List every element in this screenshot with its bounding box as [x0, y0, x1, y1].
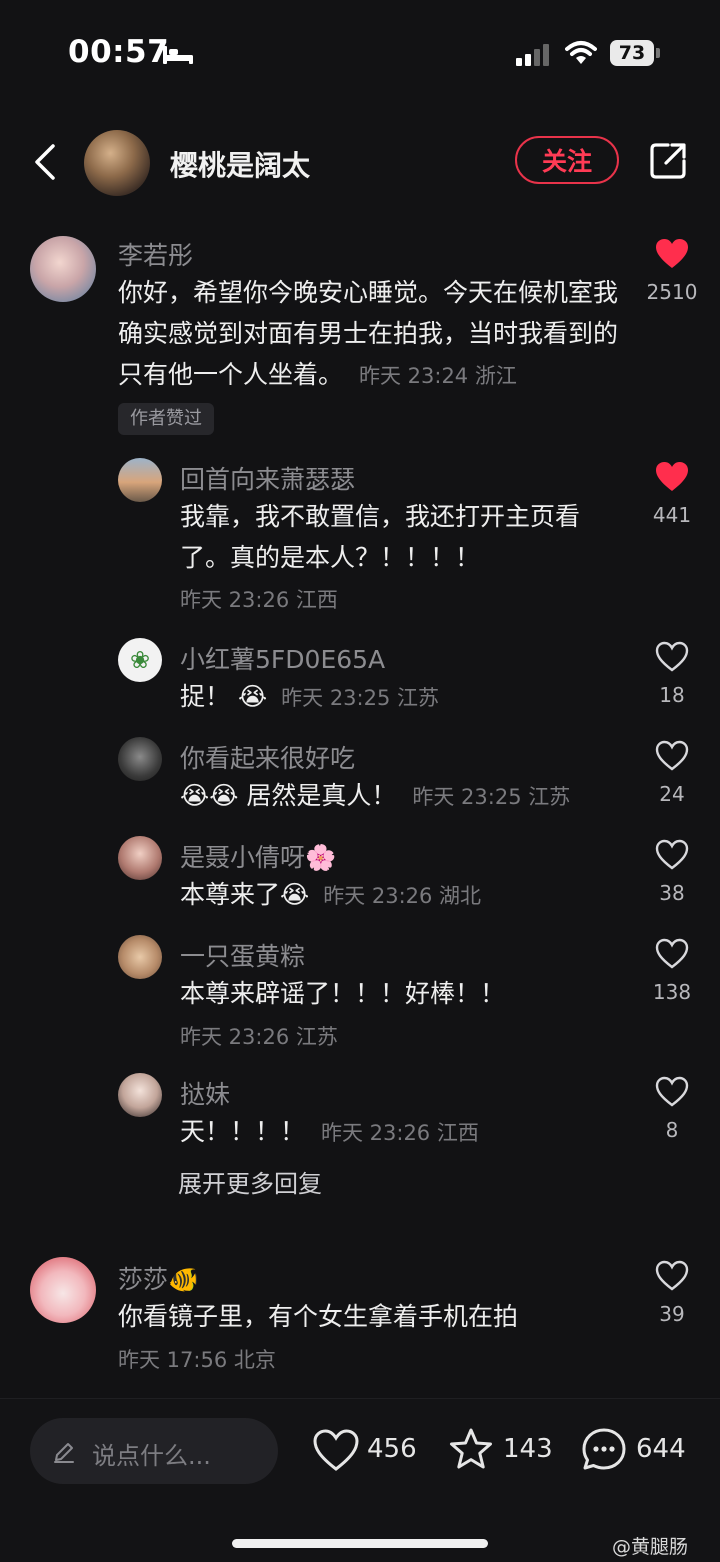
reply-text[interactable]: 本尊来了😭 昨天 23:26 湖北	[180, 874, 620, 917]
commenter-name-text: 莎莎	[118, 1265, 169, 1294]
reply-name[interactable]: 回首向来萧瑟瑟	[180, 460, 355, 496]
crying-emoji: 😭😭	[180, 781, 239, 810]
home-indicator[interactable]	[232, 1539, 488, 1548]
comment-text[interactable]: 你看镜子里，有个女生拿着手机在拍	[118, 1296, 628, 1337]
like-count: 18	[659, 683, 685, 707]
author-avatar[interactable]	[84, 130, 150, 196]
reply-name[interactable]: 是聂小倩呀🌸	[180, 838, 336, 874]
reply-meta: 昨天 23:26 江西	[320, 1121, 479, 1145]
reply-avatar[interactable]	[118, 1073, 162, 1117]
like-count: 39	[659, 1302, 685, 1326]
reply-body: 天！！！！	[180, 1117, 306, 1146]
reply-text[interactable]: 本尊来辟谣了！！！好棒！！	[180, 973, 620, 1014]
status-time: 00:57	[68, 34, 170, 70]
heart-outline-icon[interactable]	[655, 938, 689, 970]
reply-meta: 昨天 23:25 江苏	[281, 686, 440, 710]
follow-button[interactable]: 关注	[515, 136, 619, 184]
reply-name[interactable]: 挞妹	[180, 1075, 230, 1111]
comment-count[interactable]: 644	[636, 1434, 686, 1464]
reply-name[interactable]: 一只蛋黄粽	[180, 937, 305, 973]
share-icon[interactable]	[648, 141, 688, 181]
watermark: @黄腿肠	[612, 1536, 689, 1558]
liked-heart-icon[interactable]	[655, 461, 689, 493]
liked-heart-icon[interactable]	[655, 238, 689, 270]
commenter-name[interactable]: 李若彤	[118, 236, 193, 272]
commenter-avatar[interactable]	[30, 236, 96, 302]
battery-tip	[656, 48, 660, 58]
reply-text[interactable]: 我靠，我不敢置信，我还打开主页看了。真的是本人？！！！！	[180, 496, 620, 578]
reply-meta: 昨天 23:26 江苏	[180, 1025, 338, 1049]
cellular-signal-icon	[516, 44, 549, 66]
reply-avatar[interactable]	[118, 737, 162, 781]
expand-replies-link[interactable]: 展开更多回复	[178, 1164, 322, 1199]
broccoli-icon: ❀	[129, 646, 151, 674]
flower-emoji: 🌸	[305, 843, 337, 872]
reply-body: 本尊来了	[180, 880, 281, 909]
reply-avatar[interactable]	[118, 458, 162, 502]
crying-emoji: 😭	[237, 682, 268, 711]
wifi-icon	[565, 41, 597, 64]
heart-outline-icon[interactable]	[655, 1076, 689, 1108]
reply-text[interactable]: 捉！ 😭 昨天 23:25 江苏	[180, 676, 620, 719]
like-heart-icon[interactable]	[312, 1428, 360, 1472]
battery-level: 73	[610, 40, 654, 66]
reply-name-text: 是聂小倩呀	[180, 843, 306, 872]
reply-meta: 昨天 23:26 湖北	[323, 884, 482, 908]
reply-text[interactable]: 😭😭 居然是真人！ 昨天 23:25 江苏	[180, 775, 620, 818]
heart-outline-icon[interactable]	[655, 641, 689, 673]
crying-emoji: 😭	[280, 880, 310, 909]
star-icon[interactable]	[447, 1426, 495, 1474]
like-count: 2510	[646, 280, 698, 304]
like-count: 138	[652, 980, 692, 1004]
pencil-icon	[54, 1443, 74, 1463]
sleep-focus-icon	[163, 46, 193, 64]
heart-outline-icon[interactable]	[655, 839, 689, 871]
fish-emoji: 🐠	[168, 1265, 200, 1294]
commenter-avatar[interactable]	[30, 1257, 96, 1323]
back-icon[interactable]	[32, 143, 58, 181]
author-liked-tag: 作者赞过	[118, 403, 214, 435]
like-count: 441	[652, 503, 692, 527]
reply-text[interactable]: 天！！！！ 昨天 23:26 江西	[180, 1111, 620, 1154]
collect-count[interactable]: 143	[503, 1434, 553, 1464]
reply-avatar[interactable]: ❀	[118, 638, 162, 682]
like-count: 38	[659, 881, 685, 905]
comment-meta: 昨天 23:24 浙江	[358, 364, 517, 388]
reply-meta: 昨天 23:26 江西	[180, 588, 338, 612]
reply-body: 捉！	[180, 682, 231, 711]
comment-input-placeholder[interactable]: 说点什么...	[92, 1436, 211, 1471]
reply-avatar[interactable]	[118, 836, 162, 880]
reply-body: 居然是真人！	[246, 781, 397, 810]
reply-name[interactable]: 小红薯5FD0E65A	[180, 640, 385, 676]
reply-meta: 昨天 23:25 江苏	[412, 785, 571, 809]
comment-meta: 昨天 17:56 北京	[118, 1348, 276, 1372]
heart-outline-icon[interactable]	[655, 1260, 689, 1292]
comment-text[interactable]: 你好，希望你今晚安心睡觉。今天在候机室我确实感觉到对面有男士在拍我，当时我看到的…	[118, 272, 628, 397]
like-count: 8	[665, 1118, 679, 1142]
like-count: 24	[659, 782, 685, 806]
commenter-name[interactable]: 莎莎🐠	[118, 1260, 199, 1296]
reply-name[interactable]: 你看起来很好吃	[180, 739, 355, 775]
comment-bubble-icon[interactable]	[580, 1426, 628, 1474]
post-like-count[interactable]: 456	[367, 1434, 417, 1464]
reply-avatar[interactable]	[118, 935, 162, 979]
heart-outline-icon[interactable]	[655, 740, 689, 772]
author-name[interactable]: 樱桃是阔太	[170, 144, 310, 184]
